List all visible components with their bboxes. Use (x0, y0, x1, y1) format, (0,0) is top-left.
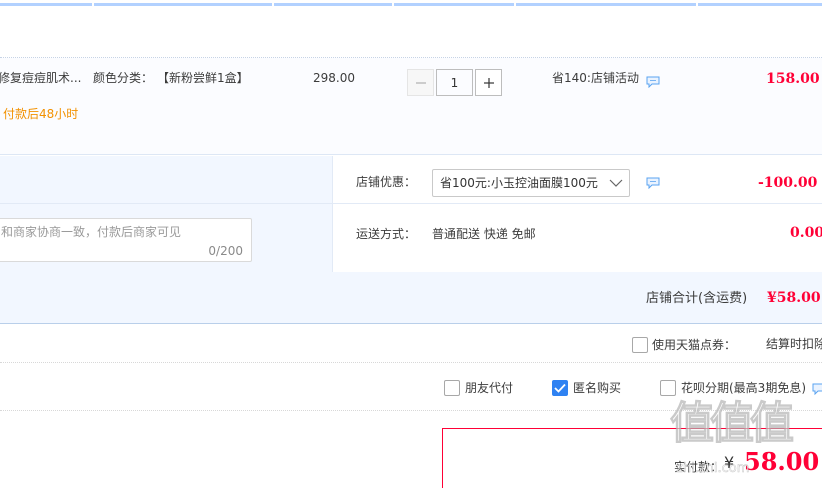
message-counter: 0/200 (208, 244, 243, 258)
sku-label: 颜色分类： (93, 71, 154, 85)
item-subtotal: 158.00 (766, 71, 820, 87)
quantity-stepper: 1 (407, 69, 502, 96)
points-label: 使用天猫点券： (652, 338, 737, 352)
message-placeholder: 和商家协商一致，付款后商家可见 (1, 225, 182, 239)
watermark: 值值值 zhi.zhi.com (670, 396, 822, 488)
huabei-label: 花呗分期(最高3期免息) (681, 381, 806, 395)
plus-icon (483, 77, 494, 88)
shipping-amount: 0.00 (790, 225, 822, 241)
delivery-note: 付款后48小时 (3, 107, 79, 121)
sku-value: 【新粉尝鲜1盒】 (157, 71, 249, 85)
friend-pay-checkbox[interactable] (444, 380, 460, 396)
message-to-seller-input[interactable]: 和商家协商一致，付款后商家可见 0/200 (0, 218, 252, 262)
points-note: 结算时扣除 (766, 337, 822, 351)
huabei-info-icon[interactable] (812, 383, 822, 395)
minus-icon (415, 81, 426, 84)
shipping-label: 运送方式： (356, 227, 417, 241)
watermark-url: zhi.zhi.com (676, 461, 750, 476)
friend-pay-label: 朋友代付 (465, 381, 514, 395)
anonymous-label: 匿名购买 (573, 381, 622, 395)
shipping-value: 普通配送 快递 免邮 (432, 227, 536, 241)
shop-total-label: 店铺合计(含运费) (646, 291, 748, 306)
chevron-down-icon (609, 179, 623, 187)
item-discount-text: 省140:店铺活动 (552, 71, 639, 85)
check-icon (554, 383, 566, 393)
watermark-text: 值值值 (670, 398, 795, 449)
promo-chat-icon[interactable] (646, 177, 660, 189)
item-title[interactable]: 修复痘痘肌术... (0, 71, 81, 85)
shop-promo-select[interactable]: 省100元:小玉控油面膜100元 (432, 169, 630, 197)
shop-promo-value: 省100元:小玉控油面膜100元 (440, 176, 598, 190)
anonymous-checkbox[interactable] (552, 380, 568, 396)
decrease-button[interactable] (407, 69, 434, 96)
shop-promo-amount: -100.00 (758, 175, 818, 191)
increase-button[interactable] (475, 69, 502, 96)
shop-header (0, 6, 822, 58)
points-checkbox[interactable] (632, 337, 648, 353)
shop-promo-label: 店铺优惠： (356, 175, 417, 189)
shop-total-amount: ¥58.00 (767, 290, 821, 306)
quantity-input[interactable]: 1 (436, 69, 473, 96)
chat-icon[interactable] (646, 76, 660, 88)
huabei-checkbox[interactable] (660, 380, 676, 396)
unit-price: 298.00 (313, 71, 355, 85)
